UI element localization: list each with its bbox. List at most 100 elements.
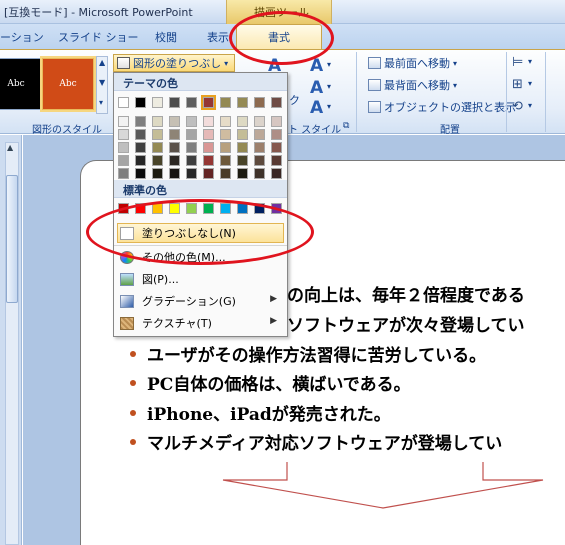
submenu-arrow-icon: ▶ <box>270 294 277 304</box>
theme-color-swatch[interactable] <box>169 116 180 127</box>
theme-color-swatch[interactable] <box>169 168 180 179</box>
theme-color-swatch[interactable] <box>271 116 282 127</box>
theme-color-swatch[interactable] <box>186 97 197 108</box>
theme-color-swatch[interactable] <box>220 142 231 153</box>
group-objects-icon[interactable]: ⊞ <box>512 77 523 92</box>
theme-color-swatch[interactable] <box>203 142 214 153</box>
group-separator <box>545 52 546 132</box>
theme-color-swatch[interactable] <box>203 129 214 140</box>
theme-color-swatch[interactable] <box>169 155 180 166</box>
theme-color-swatch[interactable] <box>254 116 265 127</box>
text-effects-icon[interactable]: A <box>310 78 323 98</box>
theme-color-swatch[interactable] <box>169 129 180 140</box>
paint-bucket-icon <box>117 57 130 69</box>
theme-color-swatch[interactable] <box>118 116 129 127</box>
menu-item-texture[interactable]: テクスチャ(T) ▶ <box>114 312 287 334</box>
theme-color-swatch[interactable] <box>220 168 231 179</box>
theme-color-swatch[interactable] <box>203 168 214 179</box>
theme-color-swatch[interactable] <box>203 155 214 166</box>
theme-color-swatch[interactable] <box>118 142 129 153</box>
send-to-back-button[interactable]: 最背面へ移動 ▾ <box>368 77 457 93</box>
theme-color-swatch[interactable] <box>237 155 248 166</box>
theme-color-swatch[interactable] <box>271 168 282 179</box>
theme-color-swatch[interactable] <box>186 142 197 153</box>
theme-color-swatch[interactable] <box>254 142 265 153</box>
menu-item-gradient[interactable]: グラデーション(G) ▶ <box>114 290 287 312</box>
theme-color-swatch[interactable] <box>271 129 282 140</box>
down-arrow-shape[interactable] <box>215 458 555 518</box>
theme-color-swatch[interactable] <box>220 116 231 127</box>
tab-slideshow[interactable]: スライド ショー <box>58 29 139 45</box>
theme-color-swatch[interactable] <box>203 116 214 127</box>
tab-review[interactable]: 校閲 <box>155 29 177 45</box>
theme-color-swatch[interactable] <box>237 97 248 108</box>
tab-animation[interactable]: ーション <box>0 29 44 45</box>
theme-color-swatch[interactable] <box>135 97 146 108</box>
group-label-arrange: 配置 <box>440 125 460 136</box>
theme-color-swatch[interactable] <box>271 97 282 108</box>
theme-color-swatch[interactable] <box>152 116 163 127</box>
theme-color-swatch[interactable] <box>135 142 146 153</box>
rotate-icon[interactable]: ⟲ <box>512 99 523 114</box>
theme-color-swatch[interactable] <box>186 168 197 179</box>
theme-color-swatch[interactable] <box>169 97 180 108</box>
text-effects-icon[interactable]: A <box>310 98 323 118</box>
theme-color-swatch[interactable] <box>135 129 146 140</box>
bullet-item[interactable]: マルチメディア対応ソフトウェアが登場してい <box>130 429 502 454</box>
theme-color-swatch[interactable] <box>186 129 197 140</box>
selection-pane-button[interactable]: オブジェクトの選択と表示 <box>368 99 516 115</box>
bring-to-front-button[interactable]: 最前面へ移動 ▾ <box>368 55 457 71</box>
bullet-item[interactable]: ユーザがその操作方法習得に苦労している。 <box>130 341 486 366</box>
scrollbar-thumb[interactable] <box>6 175 18 303</box>
theme-color-swatch[interactable] <box>237 142 248 153</box>
theme-color-swatch[interactable] <box>271 142 282 153</box>
bullet-text[interactable]: の向上は、毎年２倍程度である <box>287 281 525 306</box>
theme-color-swatch[interactable] <box>220 155 231 166</box>
theme-color-swatch[interactable] <box>118 168 129 179</box>
shape-fill-button[interactable]: 図形の塗りつぶし ▾ <box>113 54 235 72</box>
theme-color-swatch[interactable] <box>118 155 129 166</box>
theme-color-swatch[interactable] <box>254 129 265 140</box>
chevron-down-icon: ▾ <box>453 58 458 68</box>
theme-color-swatch[interactable] <box>254 97 265 108</box>
theme-color-swatch[interactable] <box>186 155 197 166</box>
send-back-icon <box>368 79 381 91</box>
theme-color-swatch[interactable] <box>118 129 129 140</box>
theme-color-swatch[interactable] <box>254 155 265 166</box>
theme-color-swatch[interactable] <box>237 129 248 140</box>
tab-view[interactable]: 表示 <box>207 29 229 45</box>
bullet-text: ユーザがその操作方法習得に苦労している。 <box>147 346 487 366</box>
theme-color-swatch[interactable] <box>152 155 163 166</box>
theme-color-swatch[interactable] <box>237 168 248 179</box>
theme-color-swatch[interactable] <box>271 155 282 166</box>
dialog-launcher-icon[interactable]: ⧉ <box>343 121 349 131</box>
theme-color-swatch[interactable] <box>186 116 197 127</box>
theme-color-swatch[interactable] <box>118 97 129 108</box>
theme-color-swatch[interactable] <box>237 116 248 127</box>
theme-color-swatch[interactable] <box>152 142 163 153</box>
shape-style-black[interactable]: Abc <box>0 58 42 110</box>
bullet-text[interactable]: ソフトウェアが次々登場してい <box>287 311 525 336</box>
theme-color-swatch[interactable] <box>254 168 265 179</box>
theme-color-swatch[interactable] <box>220 97 231 108</box>
shape-style-orange[interactable]: Abc <box>42 58 94 110</box>
theme-color-swatch[interactable] <box>135 116 146 127</box>
bullet-item[interactable]: iPhone、iPadが発売された。 <box>130 400 391 425</box>
align-icon[interactable]: ⊨ <box>512 55 523 70</box>
theme-colors-header: テーマの色 <box>114 73 287 91</box>
theme-color-swatch[interactable] <box>220 129 231 140</box>
chevron-down-icon: ▾ <box>528 57 533 66</box>
bullet-item[interactable]: PC自体の価格は、横ばいである。 <box>130 370 411 395</box>
theme-color-swatch[interactable] <box>201 95 216 110</box>
theme-color-swatch[interactable] <box>152 168 163 179</box>
chevron-down-icon: ▼ <box>99 78 106 87</box>
bullet-dot <box>130 379 136 386</box>
theme-color-swatch[interactable] <box>135 168 146 179</box>
menu-item-picture[interactable]: 図(P)... <box>114 268 287 290</box>
selection-pane-icon <box>368 101 381 113</box>
theme-color-swatch[interactable] <box>169 142 180 153</box>
theme-color-swatch[interactable] <box>152 97 163 108</box>
scroll-up-icon[interactable]: ▲ <box>7 143 13 152</box>
theme-color-swatch[interactable] <box>152 129 163 140</box>
theme-color-swatch[interactable] <box>135 155 146 166</box>
